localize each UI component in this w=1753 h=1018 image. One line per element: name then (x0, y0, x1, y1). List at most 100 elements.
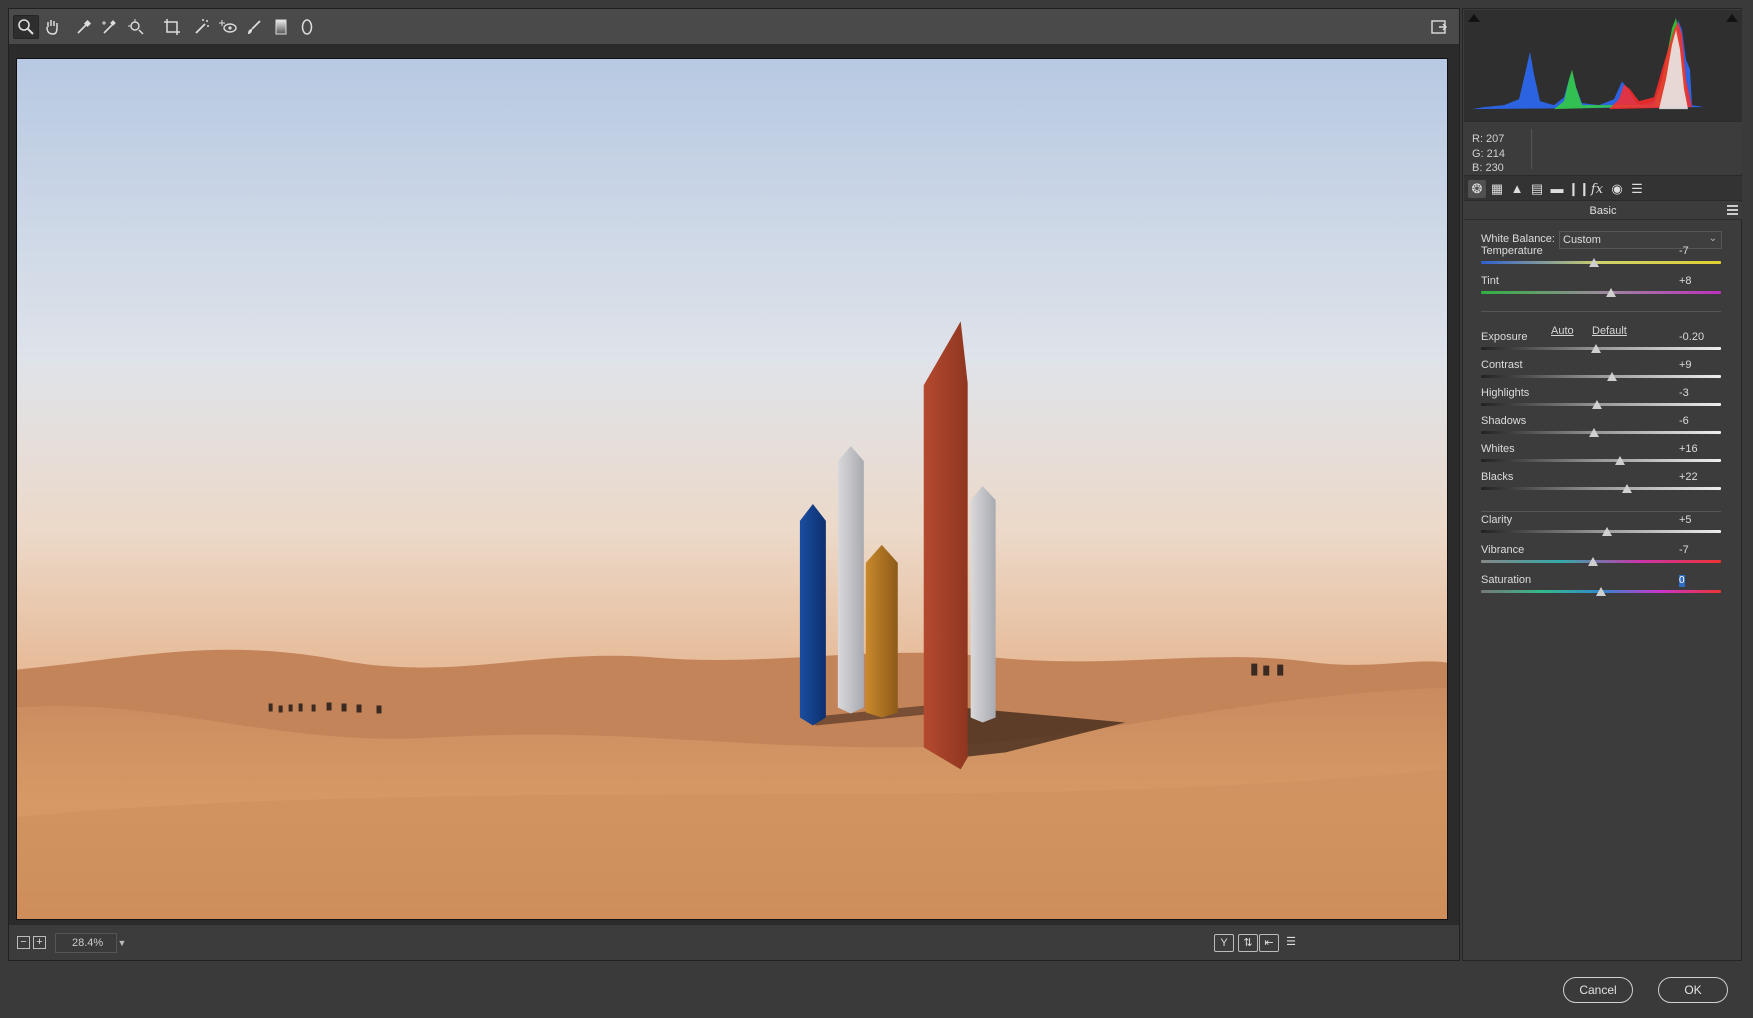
contrast-value[interactable]: +9 (1679, 359, 1692, 371)
exposure-label: Exposure (1481, 331, 1528, 343)
zoom-out-button[interactable]: − (17, 936, 30, 949)
swap-icon: ⇅ (1243, 937, 1253, 949)
target-icon (128, 19, 144, 35)
shadows-slider-thumb[interactable] (1588, 428, 1599, 437)
exposure-slider-thumb[interactable] (1591, 344, 1602, 353)
blacks-slider-thumb[interactable] (1622, 484, 1633, 493)
canvas[interactable] (9, 45, 1459, 925)
preview-area: − + 28.4% ▼ Y ⇅ ⇤ ☰ (8, 8, 1460, 961)
clarity-value[interactable]: +5 (1679, 514, 1692, 526)
temperature-slider-track[interactable] (1481, 261, 1721, 264)
targeted-adjustment-tool[interactable] (123, 15, 149, 39)
saturation-slider-thumb[interactable] (1596, 587, 1606, 596)
highlights-value[interactable]: -3 (1679, 387, 1689, 399)
zoom-tool[interactable] (13, 15, 39, 39)
blacks-value[interactable]: +22 (1679, 471, 1698, 483)
zoom-level[interactable]: 28.4% (55, 933, 117, 953)
tab-basic[interactable]: ❂ (1468, 180, 1486, 198)
vibrance-slider-thumb[interactable] (1587, 557, 1598, 566)
fullscreen-icon (1431, 20, 1447, 34)
vibrance-value[interactable]: -7 (1679, 544, 1689, 556)
toolbar (9, 9, 1459, 45)
cancel-button[interactable]: Cancel (1563, 977, 1633, 1003)
saturation-value[interactable]: 0 (1679, 575, 1685, 587)
graduated-filter-icon (275, 19, 287, 35)
desert-photo (17, 59, 1447, 919)
tab-camera-calibration[interactable]: ◉ (1608, 180, 1626, 198)
camera-icon: ◉ (1611, 181, 1623, 196)
tab-split-toning[interactable]: ▬ (1548, 180, 1566, 198)
vibrance-label: Vibrance (1481, 544, 1525, 556)
color-sampler-icon (102, 20, 116, 34)
crop-icon (164, 19, 180, 35)
eyedropper-icon (77, 19, 92, 34)
mountain-icon: ▲ (1510, 181, 1524, 196)
swap-settings-button[interactable]: ⇅ (1238, 934, 1258, 952)
status-bar: − + 28.4% ▼ Y ⇅ ⇤ ☰ (9, 924, 1459, 960)
saturation-label: Saturation (1481, 574, 1532, 586)
highlights-label: Highlights (1481, 387, 1530, 399)
radial-filter-tool[interactable] (294, 15, 320, 39)
hand-tool[interactable] (39, 15, 65, 39)
contrast-slider-thumb[interactable] (1606, 372, 1617, 381)
histogram (1464, 10, 1742, 122)
white-balance-tool[interactable] (71, 15, 97, 39)
temperature-value[interactable]: -7 (1679, 245, 1689, 257)
contrast-label: Contrast (1481, 359, 1523, 371)
tab-presets[interactable]: ☰ (1628, 180, 1646, 198)
whites-value[interactable]: +16 (1679, 443, 1698, 455)
before-after-toggle[interactable]: Y (1214, 934, 1234, 952)
zoom-icon (18, 19, 34, 35)
sliders-icon: ☰ (1286, 936, 1296, 948)
whites-slider-track[interactable] (1481, 459, 1721, 462)
photo-preview[interactable] (16, 58, 1448, 920)
adjustment-brush-tool[interactable] (241, 15, 267, 39)
tab-detail[interactable]: ▲ (1508, 180, 1526, 198)
tab-tone-curve[interactable]: ▦ (1488, 180, 1506, 198)
panel-tabs: ❂ ▦ ▲ ▤ ▬ ❙❙ fx ◉ ☰ (1464, 175, 1742, 201)
chevron-down-icon: ⌄ (1708, 233, 1717, 244)
green-value: G: 214 (1472, 147, 1506, 160)
exposure-value[interactable]: -0.20 (1679, 331, 1704, 343)
presets-icon: ☰ (1631, 181, 1643, 196)
panel-menu-icon[interactable] (1727, 205, 1738, 215)
ok-button[interactable]: OK (1658, 977, 1728, 1003)
red-eye-icon (219, 20, 237, 33)
spot-removal-tool[interactable] (189, 15, 215, 39)
tab-lens-corrections[interactable]: ❙❙ (1568, 180, 1590, 198)
temperature-slider-thumb[interactable] (1588, 258, 1599, 267)
panel-title: Basic (1464, 202, 1742, 220)
copy-settings-button[interactable]: ⇤ (1259, 934, 1279, 952)
default-link[interactable]: Default (1592, 325, 1627, 337)
tab-effects[interactable]: fx (1588, 180, 1606, 198)
highlights-slider-thumb[interactable] (1592, 400, 1603, 409)
clarity-slider-thumb[interactable] (1602, 527, 1612, 536)
tint-slider-track[interactable] (1481, 291, 1721, 294)
preview-preferences-button[interactable]: ☰ (1281, 934, 1301, 952)
divider (1481, 511, 1721, 512)
fx-icon: fx (1590, 182, 1604, 197)
graduated-filter-tool[interactable] (268, 15, 294, 39)
shadows-slider-track[interactable] (1481, 431, 1721, 434)
tint-slider-thumb[interactable] (1605, 288, 1616, 297)
tint-value[interactable]: +8 (1679, 275, 1692, 287)
vibrance-slider-track[interactable] (1481, 560, 1721, 563)
chevron-down-icon: ▼ (117, 938, 127, 948)
color-sampler-tool[interactable] (97, 15, 123, 39)
zoom-dropdown-button[interactable]: ▼ (115, 935, 129, 951)
red-value: R: 207 (1472, 133, 1505, 145)
clarity-label: Clarity (1481, 514, 1513, 526)
blacks-slider-track[interactable] (1481, 487, 1721, 490)
red-eye-tool[interactable] (215, 15, 241, 39)
crop-tool[interactable] (159, 15, 185, 39)
whites-slider-thumb[interactable] (1615, 456, 1626, 465)
white-balance-select[interactable]: Custom ⌄ (1559, 231, 1722, 249)
fullscreen-button[interactable] (1426, 15, 1452, 39)
zoom-in-button[interactable]: + (33, 936, 46, 949)
shadows-value[interactable]: -6 (1679, 415, 1689, 427)
lens-icon: ❙❙ (1568, 181, 1590, 196)
auto-link[interactable]: Auto (1551, 325, 1574, 337)
tab-hsl[interactable]: ▤ (1528, 180, 1546, 198)
contrast-slider-track[interactable] (1481, 375, 1721, 378)
clarity-slider-track[interactable] (1481, 530, 1721, 533)
